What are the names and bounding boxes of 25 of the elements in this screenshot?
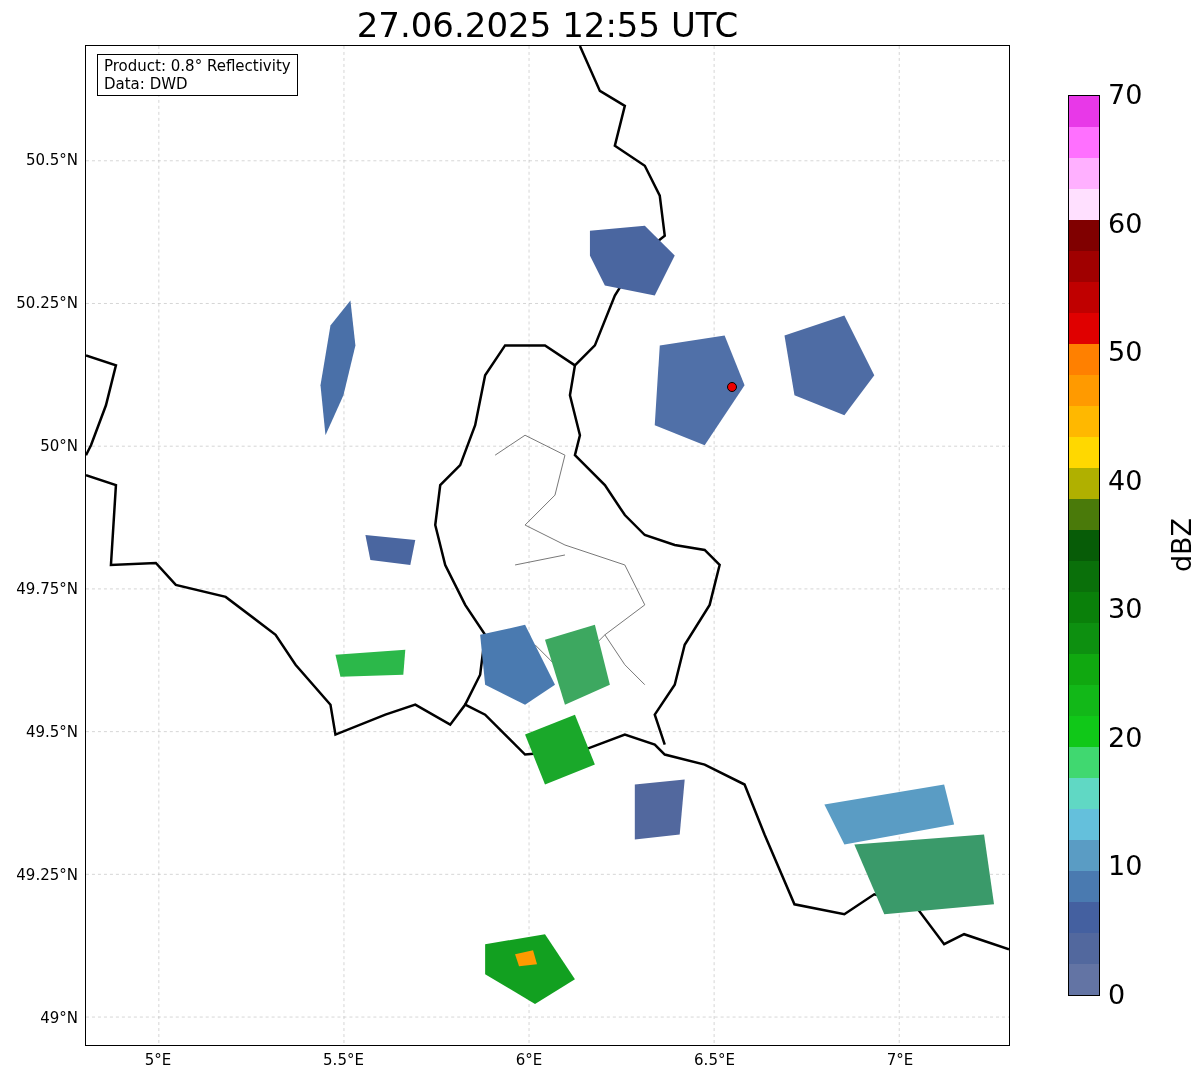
colorbar-tick-label: 60 bbox=[1108, 208, 1143, 239]
latitude-label: 50.25°N bbox=[16, 294, 78, 312]
chart-title: 27.06.2025 12:55 UTC bbox=[355, 4, 740, 46]
colorbar-tick-label: 40 bbox=[1108, 465, 1143, 496]
colorbar-tick-label: 20 bbox=[1108, 722, 1143, 753]
colorbar-label: dBZ bbox=[1167, 517, 1197, 573]
radar-site-icon bbox=[727, 382, 737, 392]
longitude-label: 5°E bbox=[143, 1051, 173, 1069]
latitude-label: 49.5°N bbox=[25, 723, 78, 741]
colorbar-tick-label: 10 bbox=[1108, 851, 1143, 882]
latitude-label: 49.25°N bbox=[16, 866, 78, 884]
colorbar-tick-label: 30 bbox=[1108, 594, 1143, 625]
colorbar-tick-label: 70 bbox=[1108, 80, 1143, 110]
longitude-label: 5.5°E bbox=[322, 1051, 365, 1069]
info-text: Product: 0.8° Reflectivity bbox=[104, 57, 291, 75]
longitude-label: 6.5°E bbox=[693, 1051, 736, 1069]
colorbar-tick-label: 50 bbox=[1108, 337, 1143, 368]
longitude-label: 6°E bbox=[514, 1051, 544, 1069]
latitude-label: 50°N bbox=[40, 437, 78, 455]
latitude-label: 50.5°N bbox=[25, 151, 78, 169]
latitude-label: 49.75°N bbox=[16, 580, 78, 598]
latitude-label: 49°N bbox=[40, 1009, 78, 1027]
colorbar-tick-label: 0 bbox=[1108, 980, 1126, 1010]
info-text: Data: DWD bbox=[104, 75, 189, 93]
longitude-label: 7°E bbox=[885, 1051, 915, 1069]
